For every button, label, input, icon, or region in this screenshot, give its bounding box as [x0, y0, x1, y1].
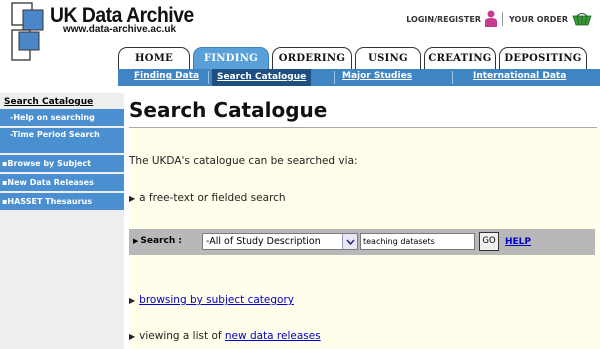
- your-order-link[interactable]: YOUR ORDER: [509, 15, 568, 24]
- search-label: ▶ Search :: [133, 236, 182, 246]
- bullet-freetext-search: ▶ a free-text or fielded search: [129, 192, 286, 204]
- sidebar: Search Catalogue -Help on searching -Tim…: [0, 93, 124, 349]
- tab-creating[interactable]: CREATING: [424, 47, 496, 69]
- subnav-divider: [452, 71, 453, 84]
- logo-url: www.data-archive.ac.uk: [63, 24, 177, 35]
- tab-finding[interactable]: FINDING: [193, 47, 269, 69]
- bullet-arrow-icon: ▶: [129, 194, 136, 203]
- search-bar: ▶ Search : -All of Study Description teac…: [129, 229, 595, 255]
- subnav-bar: Finding Data Search Catalogue Major Stud…: [118, 69, 600, 86]
- tab-using[interactable]: USING: [355, 47, 421, 69]
- sidebar-heading[interactable]: Search Catalogue: [4, 97, 93, 107]
- sidebar-item-time-period-search[interactable]: -Time Period Search: [0, 128, 124, 153]
- chevron-down-icon[interactable]: [342, 234, 357, 249]
- search-arrow-icon: ▶: [133, 237, 139, 245]
- search-label-text: Search :: [140, 236, 182, 246]
- sidebar-item-browse-by-subject[interactable]: ▪Browse by Subject: [0, 155, 124, 172]
- search-input[interactable]: teaching datasets: [360, 233, 475, 250]
- logo-squares-icon: [11, 2, 44, 61]
- tab-depositing[interactable]: DEPOSITING: [499, 47, 587, 69]
- main-tabs: HOME FINDING ORDERING USING CREATING DEP…: [118, 47, 590, 69]
- subnav-divider: [334, 71, 335, 84]
- page-title: Search Catalogue: [129, 98, 328, 122]
- sidebar-item-help-on-searching[interactable]: -Help on searching: [0, 109, 124, 126]
- tab-ordering[interactable]: ORDERING: [272, 47, 352, 69]
- browse-subject-link[interactable]: browsing by subject category: [139, 294, 294, 306]
- account-bar: LOGIN/REGISTER YOUR ORDER: [406, 10, 592, 28]
- intro-text: The UKDA's catalogue can be searched via…: [129, 155, 358, 167]
- go-button[interactable]: GO: [479, 232, 499, 251]
- bullet-freetext-label: a free-text or fielded search: [139, 192, 286, 204]
- login-register-link[interactable]: LOGIN/REGISTER: [406, 15, 481, 24]
- main-content: The UKDA's catalogue can be searched via…: [129, 128, 600, 349]
- user-icon: [485, 10, 498, 27]
- subnav-international-data[interactable]: International Data: [473, 71, 566, 81]
- bullet-browse-subject: ▶ browsing by subject category: [129, 294, 294, 306]
- account-separator: [502, 12, 504, 26]
- subnav-search-catalogue[interactable]: Search Catalogue: [212, 69, 312, 86]
- sidebar-item-new-data-releases[interactable]: ▪New Data Releases: [0, 174, 124, 191]
- bullet-arrow-icon: ▶: [129, 296, 136, 305]
- tab-home[interactable]: HOME: [118, 47, 190, 69]
- search-field-selected: -All of Study Description: [206, 236, 321, 247]
- subnav-finding-data[interactable]: Finding Data: [134, 71, 199, 81]
- bullet-new-releases: ▶ viewing a list of new data releases: [129, 330, 321, 342]
- search-field-select[interactable]: -All of Study Description: [202, 233, 358, 250]
- help-link[interactable]: HELP: [505, 237, 531, 247]
- bullet-new-prefix: viewing a list of: [139, 330, 222, 342]
- subnav-major-studies[interactable]: Major Studies: [342, 71, 412, 81]
- new-data-releases-link[interactable]: new data releases: [225, 330, 321, 342]
- bullet-arrow-icon: ▶: [129, 332, 136, 341]
- shopping-basket-icon[interactable]: [572, 12, 592, 26]
- subnav-divider: [208, 71, 209, 84]
- sidebar-item-hasset-thesaurus[interactable]: ▪HASSET Thesaurus: [0, 193, 124, 210]
